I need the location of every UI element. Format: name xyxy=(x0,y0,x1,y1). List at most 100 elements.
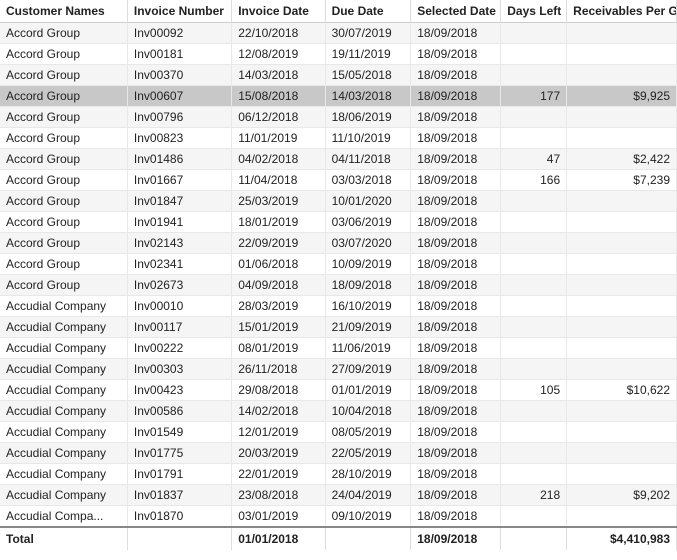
cell-invoice-date: 26/11/2018 xyxy=(232,359,325,380)
cell-customer: Accord Group xyxy=(0,191,127,212)
cell-due-date: 14/03/2018 xyxy=(325,86,411,107)
header-due-date: Due Date xyxy=(325,0,411,23)
header-days-left: Days Left xyxy=(501,0,567,23)
cell-due-date: 10/01/2020 xyxy=(325,191,411,212)
cell-due-date: 10/04/2018 xyxy=(325,401,411,422)
cell-customer: Accudial Company xyxy=(0,422,127,443)
cell-due-date: 30/07/2019 xyxy=(325,23,411,44)
cell-days-left: 177 xyxy=(501,86,567,107)
cell-invoice-date: 12/01/2019 xyxy=(232,422,325,443)
table-row: Accudial CompanyInv0030326/11/201827/09/… xyxy=(0,359,677,380)
table-row: Accord GroupInv0082311/01/201911/10/2019… xyxy=(0,128,677,149)
cell-selected-date: 18/09/2018 xyxy=(411,212,501,233)
cell-invoice-date: 12/08/2019 xyxy=(232,44,325,65)
cell-selected-date: 18/09/2018 xyxy=(411,44,501,65)
cell-receivables: $7,239 xyxy=(567,170,677,191)
cell-days-left xyxy=(501,464,567,485)
cell-invoice-number: Inv02673 xyxy=(127,275,231,296)
cell-due-date: 04/11/2018 xyxy=(325,149,411,170)
cell-invoice-number: Inv01847 xyxy=(127,191,231,212)
table-row: Accudial CompanyInv0179122/01/201928/10/… xyxy=(0,464,677,485)
cell-customer: Accord Group xyxy=(0,254,127,275)
cell-receivables xyxy=(567,44,677,65)
table-row: Accord GroupInv0018112/08/201919/11/2019… xyxy=(0,44,677,65)
cell-selected-date: 18/09/2018 xyxy=(411,296,501,317)
cell-receivables xyxy=(567,23,677,44)
cell-invoice-date: 01/06/2018 xyxy=(232,254,325,275)
cell-selected-date: 18/09/2018 xyxy=(411,506,501,528)
cell-invoice-number: Inv00222 xyxy=(127,338,231,359)
cell-invoice-number: Inv01791 xyxy=(127,464,231,485)
header-receivables: Receivables Per Group xyxy=(567,0,677,23)
cell-selected-date: 18/09/2018 xyxy=(411,128,501,149)
cell-invoice-date: 25/03/2019 xyxy=(232,191,325,212)
cell-days-left xyxy=(501,359,567,380)
cell-customer: Accord Group xyxy=(0,170,127,191)
cell-invoice-number: Inv00796 xyxy=(127,107,231,128)
cell-selected-date: 18/09/2018 xyxy=(411,275,501,296)
cell-days-left xyxy=(501,107,567,128)
table-footer-row: Total 01/01/2018 18/09/2018 $4,410,983 xyxy=(0,527,677,550)
cell-invoice-date: 23/08/2018 xyxy=(232,485,325,506)
cell-due-date: 03/03/2018 xyxy=(325,170,411,191)
table-row: Accudial CompanyInv0022208/01/201911/06/… xyxy=(0,338,677,359)
cell-due-date: 24/04/2019 xyxy=(325,485,411,506)
cell-customer: Accord Group xyxy=(0,65,127,86)
cell-selected-date: 18/09/2018 xyxy=(411,338,501,359)
cell-days-left xyxy=(501,65,567,86)
cell-receivables xyxy=(567,338,677,359)
cell-invoice-date: 15/08/2018 xyxy=(232,86,325,107)
cell-invoice-date: 22/10/2018 xyxy=(232,23,325,44)
cell-due-date: 28/10/2019 xyxy=(325,464,411,485)
cell-invoice-number: Inv00423 xyxy=(127,380,231,401)
cell-selected-date: 18/09/2018 xyxy=(411,254,501,275)
cell-invoice-date: 14/02/2018 xyxy=(232,401,325,422)
cell-selected-date: 18/09/2018 xyxy=(411,65,501,86)
cell-invoice-number: Inv01775 xyxy=(127,443,231,464)
cell-receivables: $2,422 xyxy=(567,149,677,170)
table-row: Accord GroupInv0009222/10/201830/07/2019… xyxy=(0,23,677,44)
table-header-row: Customer Names Invoice Number Invoice Da… xyxy=(0,0,677,23)
table-row: Accudial CompanyInv0177520/03/201922/05/… xyxy=(0,443,677,464)
table-row: Accudial CompanyInv0058614/02/201810/04/… xyxy=(0,401,677,422)
cell-invoice-number: Inv01870 xyxy=(127,506,231,528)
cell-customer: Accord Group xyxy=(0,212,127,233)
cell-customer: Accord Group xyxy=(0,23,127,44)
table-row: Accudial CompanyInv0154912/01/201908/05/… xyxy=(0,422,677,443)
cell-days-left xyxy=(501,296,567,317)
table-row: Accord GroupInv0166711/04/201803/03/2018… xyxy=(0,170,677,191)
cell-days-left xyxy=(501,422,567,443)
cell-invoice-number: Inv00092 xyxy=(127,23,231,44)
table-row: Accudial CompanyInv0011715/01/201921/09/… xyxy=(0,317,677,338)
cell-selected-date: 18/09/2018 xyxy=(411,401,501,422)
cell-invoice-date: 06/12/2018 xyxy=(232,107,325,128)
table-row: Accord GroupInv0037014/03/201815/05/2018… xyxy=(0,65,677,86)
table-row: Accudial CompanyInv0001028/03/201916/10/… xyxy=(0,296,677,317)
cell-days-left: 218 xyxy=(501,485,567,506)
cell-invoice-number: Inv00607 xyxy=(127,86,231,107)
cell-receivables xyxy=(567,65,677,86)
cell-receivables xyxy=(567,359,677,380)
cell-receivables: $9,925 xyxy=(567,86,677,107)
cell-invoice-number: Inv00370 xyxy=(127,65,231,86)
cell-selected-date: 18/09/2018 xyxy=(411,191,501,212)
cell-invoice-number: Inv01837 xyxy=(127,485,231,506)
cell-days-left xyxy=(501,443,567,464)
cell-selected-date: 18/09/2018 xyxy=(411,359,501,380)
cell-days-left xyxy=(501,191,567,212)
cell-customer: Accord Group xyxy=(0,107,127,128)
footer-days-left xyxy=(501,527,567,550)
cell-due-date: 01/01/2019 xyxy=(325,380,411,401)
cell-customer: Accudial Company xyxy=(0,317,127,338)
cell-invoice-date: 22/09/2019 xyxy=(232,233,325,254)
cell-days-left xyxy=(501,128,567,149)
cell-receivables xyxy=(567,212,677,233)
cell-invoice-number: Inv01486 xyxy=(127,149,231,170)
cell-selected-date: 18/09/2018 xyxy=(411,170,501,191)
cell-receivables xyxy=(567,107,677,128)
cell-days-left xyxy=(501,233,567,254)
cell-selected-date: 18/09/2018 xyxy=(411,23,501,44)
cell-days-left: 47 xyxy=(501,149,567,170)
cell-receivables xyxy=(567,191,677,212)
cell-due-date: 03/07/2020 xyxy=(325,233,411,254)
